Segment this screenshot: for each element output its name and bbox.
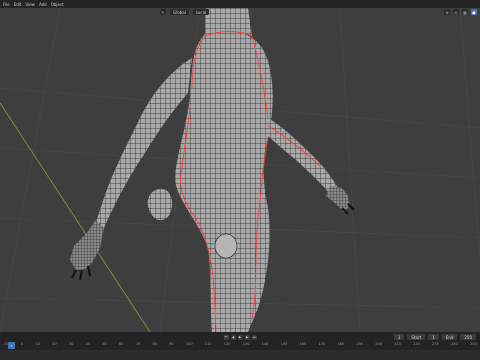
ruler-tick: 190 — [356, 342, 364, 346]
ruler-tick: 70 — [135, 342, 141, 346]
ruler-tick: 10 — [35, 342, 40, 346]
ruler-tick: 220 — [413, 342, 420, 346]
shading-solid-icon[interactable]: ● — [471, 9, 477, 15]
play-icon[interactable]: ▶ — [237, 334, 243, 340]
ruler-tick: 100 — [185, 342, 193, 346]
pivot-dropdown[interactable]: Local — [192, 9, 210, 15]
timeline-track[interactable] — [0, 350, 480, 360]
current-frame-field[interactable]: 1 — [393, 334, 405, 340]
gizmo-icon[interactable]: ⊕ — [444, 9, 450, 15]
ruler-tick: 40 — [85, 342, 91, 346]
playhead[interactable]: 1 — [8, 342, 15, 349]
frame-range: 1 Start 1 End 250 — [393, 334, 476, 340]
menu: File Edit View Add Object — [0, 2, 64, 7]
ruler-tick: 90 — [169, 342, 174, 346]
cursor-icon[interactable]: ↖ — [160, 9, 166, 15]
ruler-tick: 240 — [451, 342, 458, 346]
ruler-tick: 140 — [261, 342, 269, 346]
left-arm — [96, 58, 192, 228]
viewport-canvas — [0, 8, 480, 332]
ruler-tick: 180 — [337, 342, 345, 346]
ruler-tick: 80 — [152, 342, 157, 346]
ruler-tick: 160 — [299, 342, 307, 346]
ruler-tick: 170 — [318, 342, 326, 346]
right-arm — [266, 118, 338, 194]
jump-end-icon[interactable]: ⏭ — [251, 334, 257, 340]
ruler-tick: 20 — [52, 342, 57, 346]
tail — [147, 188, 173, 221]
start-frame-label: Start — [407, 334, 426, 340]
ruler-tick: 150 — [280, 342, 288, 346]
step-back-icon[interactable]: ◀ — [230, 334, 236, 340]
left-hand — [70, 220, 104, 270]
start-frame-field[interactable]: 1 — [428, 334, 439, 340]
ruler-tick: 50 — [102, 342, 107, 346]
menu-view[interactable]: View — [25, 2, 35, 7]
viewport-header-left: ↖ Global Local — [160, 8, 210, 16]
menu-add[interactable]: Add — [39, 2, 47, 7]
end-frame-label: End — [441, 334, 458, 340]
overlay-icon[interactable]: ◎ — [453, 9, 459, 15]
top-menubar: File Edit View Add Object — [0, 0, 480, 8]
ruler-tick: 210 — [394, 342, 401, 346]
end-frame-field[interactable]: 250 — [460, 334, 476, 340]
y-axis-line — [0, 102, 151, 332]
character-mesh — [70, 8, 355, 332]
menu-edit[interactable]: Edit — [14, 2, 22, 7]
ruler-tick: 130 — [242, 342, 250, 346]
viewport-header-right: ⊕ ◎ ▦ ● — [444, 8, 477, 16]
ruler-tick: 0 — [20, 342, 24, 346]
right-hand — [326, 186, 350, 212]
transform-orientation-dropdown[interactable]: Global — [170, 9, 189, 15]
ruler-tick: 60 — [119, 342, 124, 346]
jump-start-icon[interactable]: ⏮ — [223, 334, 229, 340]
ruler-tick: 200 — [375, 342, 382, 346]
ruler-tick: 230 — [432, 342, 439, 346]
ruler-tick: 120 — [223, 342, 231, 346]
ruler-tick: 30 — [68, 342, 74, 346]
step-forward-icon[interactable]: ▶ — [244, 334, 250, 340]
ruler-tick: 110 — [204, 342, 212, 346]
menu-file[interactable]: File — [3, 2, 10, 7]
ruler-tick: 250 — [469, 342, 477, 346]
frame-ruler: -10 0 10 20 30 40 50 60 70 80 90 100 110 120 130 140 150… — [0, 342, 480, 350]
menu-object[interactable]: Object — [51, 2, 64, 7]
grid-icon[interactable]: ▦ — [462, 9, 468, 15]
hip-bulge — [214, 233, 238, 259]
3d-viewport[interactable]: ↖ Global Local ⊕ ◎ ▦ ● — [0, 8, 480, 332]
timeline-panel: ⏮ ◀ ▶ ▶ ⏭ 1 Start 1 End 250 -10 0 10 20 30 40… — [0, 332, 480, 360]
